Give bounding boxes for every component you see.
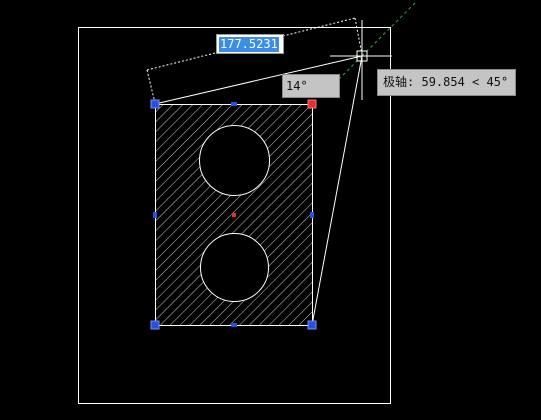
polar-tracking-tooltip: 极轴: 59.854 < 45° — [377, 69, 516, 96]
grip-top-right-hot[interactable] — [307, 99, 317, 109]
grip-bottom-mid[interactable] — [231, 323, 237, 327]
drawing-canvas[interactable]: 177.5231 14° 极轴: 59.854 < 45° — [0, 0, 541, 420]
grip-left-mid[interactable] — [153, 212, 157, 218]
grip-bottom-left[interactable] — [150, 320, 160, 330]
dimension-input-value: 177.5231 — [219, 37, 279, 52]
polar-tooltip-value: 59.854 < 45° — [421, 75, 509, 89]
dimension-extension-left — [146, 69, 156, 104]
grip-center[interactable] — [232, 213, 236, 217]
dimension-extension-right — [354, 17, 363, 56]
grip-bottom-right[interactable] — [307, 320, 317, 330]
grip-top-mid[interactable] — [231, 102, 237, 106]
upper-hole-circle[interactable] — [199, 125, 270, 196]
lower-hole-circle[interactable] — [200, 233, 269, 302]
angle-input-value: 14° — [286, 79, 308, 93]
dimension-input-field[interactable]: 177.5231 — [216, 34, 284, 54]
polar-tooltip-label: 极轴: — [383, 75, 415, 89]
polar-tracking-line — [361, 1, 417, 57]
angle-input-field[interactable]: 14° — [282, 74, 340, 98]
drawing-area[interactable] — [0, 0, 541, 420]
grip-top-left[interactable] — [150, 99, 160, 109]
grip-right-mid[interactable] — [310, 212, 314, 218]
